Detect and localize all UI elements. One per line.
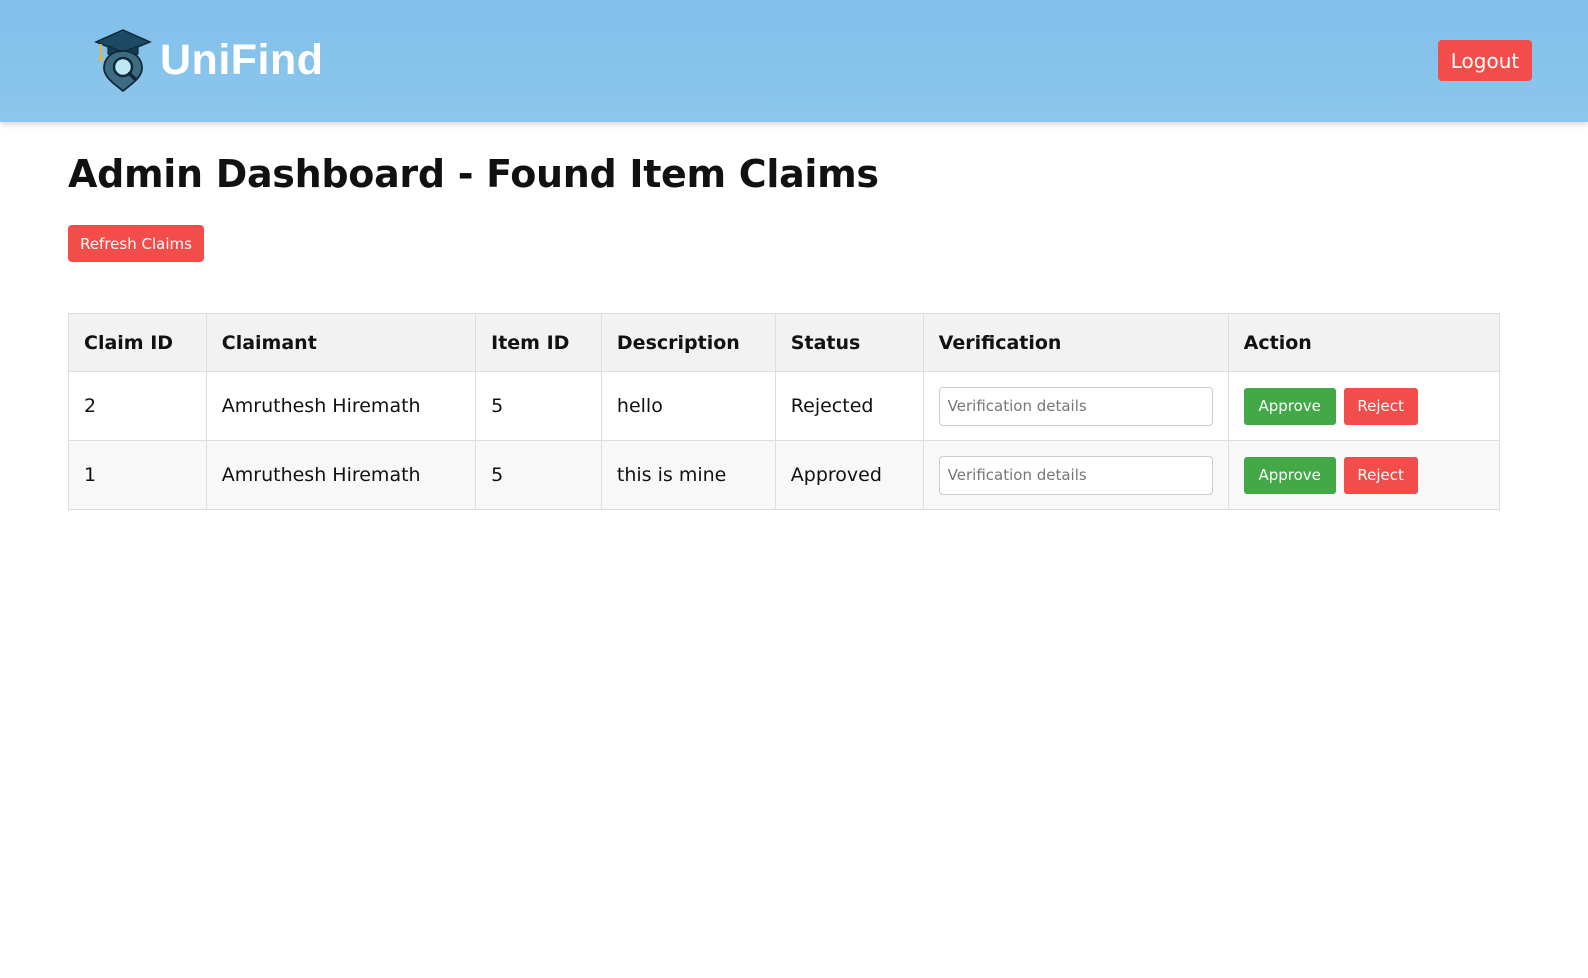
column-header-claim-id: Claim ID: [68, 313, 207, 372]
page-title: Admin Dashboard - Found Item Claims: [68, 152, 879, 196]
column-header-claimant: Claimant: [205, 313, 477, 372]
reject-button[interactable]: Reject: [1343, 456, 1418, 494]
verification-details-input[interactable]: [938, 386, 1213, 426]
table-row: 1 Amruthesh Hiremath 5 this is mine Appr…: [68, 440, 1501, 510]
status-cell: Approved: [774, 440, 924, 510]
reject-button[interactable]: Reject: [1343, 387, 1418, 425]
claim-id-cell: 1: [68, 440, 207, 510]
status-cell: Rejected: [774, 371, 924, 441]
claimant-cell: Amruthesh Hiremath: [205, 440, 477, 510]
approve-button[interactable]: Approve: [1243, 456, 1336, 494]
column-header-status: Status: [774, 313, 924, 372]
brand-name: UniFind: [160, 35, 324, 84]
action-cell: Approve Reject: [1227, 440, 1501, 510]
verification-cell: [922, 371, 1229, 441]
column-header-item-id: Item ID: [475, 313, 602, 372]
verification-cell: [922, 440, 1229, 510]
claim-id-cell: 2: [68, 371, 207, 441]
claims-table: Claim ID Claimant Item ID Description St…: [68, 313, 1501, 510]
brand[interactable]: UniFind: [94, 28, 324, 92]
logout-button[interactable]: Logout: [1438, 40, 1532, 81]
description-cell: this is mine: [600, 440, 776, 510]
column-header-verification: Verification: [922, 313, 1229, 372]
item-id-cell: 5: [475, 371, 602, 441]
item-id-cell: 5: [475, 440, 602, 510]
claimant-cell: Amruthesh Hiremath: [205, 371, 477, 441]
verification-details-input[interactable]: [938, 455, 1213, 495]
action-cell: Approve Reject: [1227, 371, 1501, 441]
column-header-action: Action: [1227, 313, 1501, 372]
approve-button[interactable]: Approve: [1243, 387, 1336, 425]
table-header-row: Claim ID Claimant Item ID Description St…: [68, 313, 1501, 372]
graduation-cap-search-pin-icon: [94, 29, 152, 92]
table-row: 2 Amruthesh Hiremath 5 hello Rejected Ap…: [68, 371, 1501, 441]
column-header-description: Description: [600, 313, 776, 372]
description-cell: hello: [600, 371, 776, 441]
top-navbar: UniFind Logout: [0, 0, 1588, 122]
refresh-claims-button[interactable]: Refresh Claims: [68, 225, 204, 262]
